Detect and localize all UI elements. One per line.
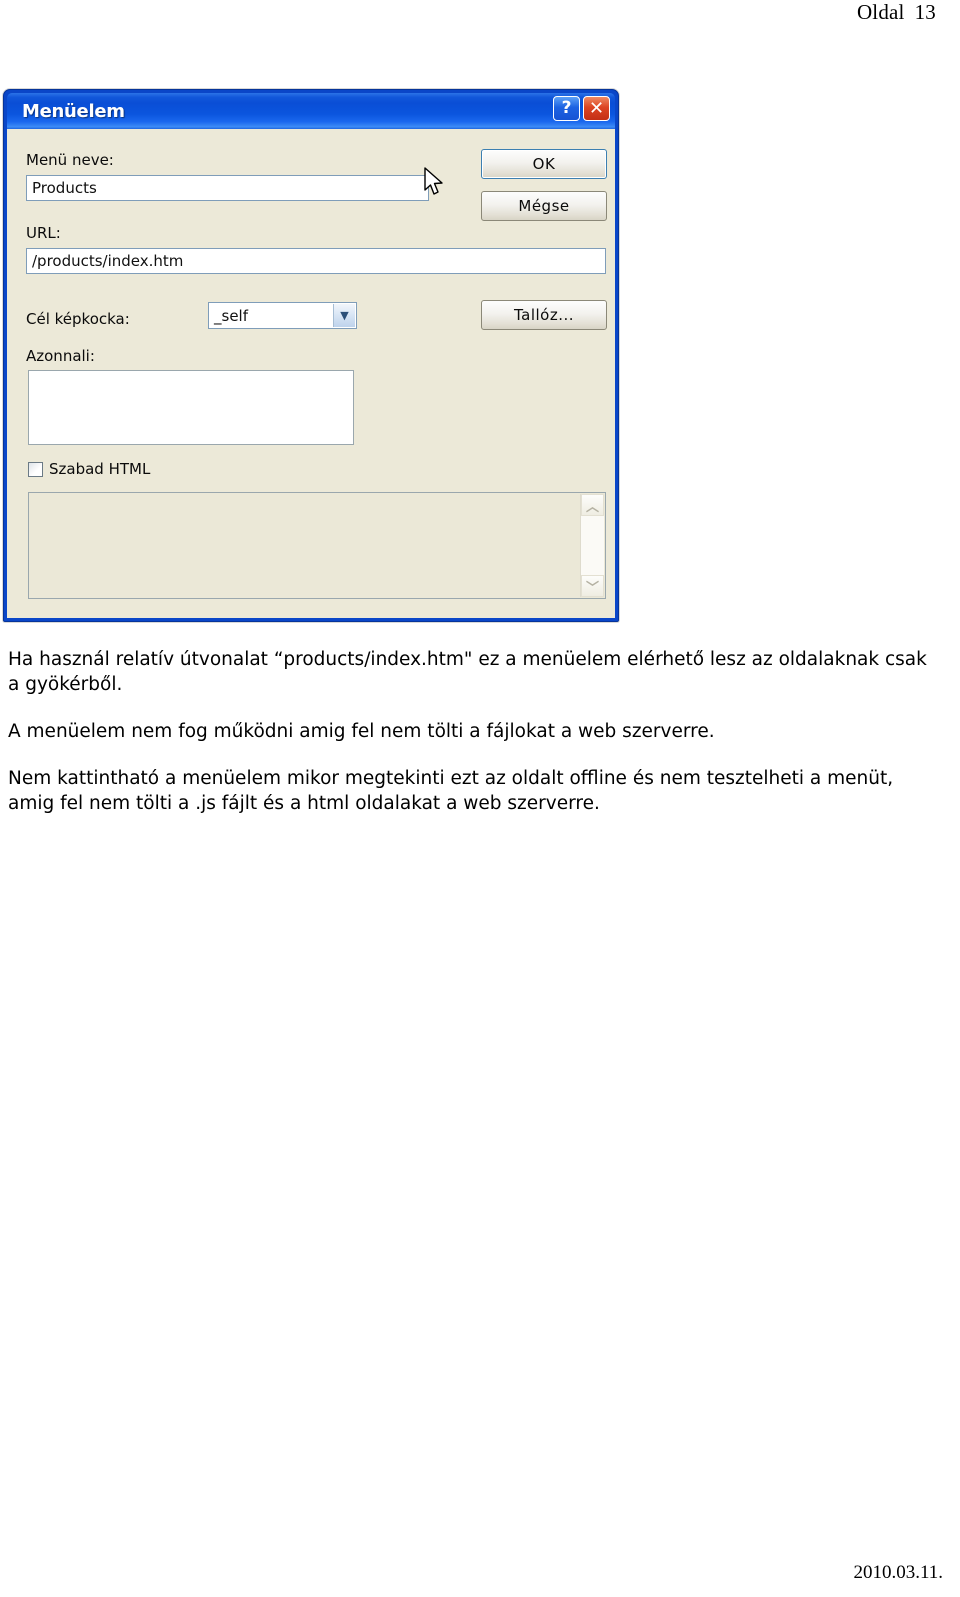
url-input[interactable]: /products/index.htm xyxy=(26,248,606,274)
immediate-label: Azonnali: xyxy=(26,347,95,365)
html-source-area[interactable]: ︿ ﹀ xyxy=(28,492,606,599)
menu-item-dialog: Menüelem ? ✕ Menü neve: Products URL: /p… xyxy=(3,89,619,622)
target-frame-label: Cél képkocka: xyxy=(26,310,130,328)
dialog-titlebar[interactable]: Menüelem ? ✕ xyxy=(7,93,615,129)
scroll-down-icon[interactable]: ﹀ xyxy=(581,575,604,597)
scroll-up-icon[interactable]: ︿ xyxy=(581,494,604,516)
paragraph-3: Nem kattintható a menüelem mikor megteki… xyxy=(8,767,894,814)
menu-name-input[interactable]: Products xyxy=(26,175,429,201)
page-number: 13 xyxy=(914,0,936,24)
free-html-label: Szabad HTML xyxy=(49,460,151,478)
chevron-down-icon[interactable]: ▼ xyxy=(333,304,355,327)
free-html-checkbox-row[interactable]: Szabad HTML xyxy=(28,460,150,478)
dialog-title: Menüelem xyxy=(22,100,125,122)
close-icon[interactable]: ✕ xyxy=(583,96,610,121)
body-text: Ha használ relatív útvonalat “products/i… xyxy=(8,648,938,839)
scrollbar-track[interactable] xyxy=(581,516,604,575)
page-header: Oldal 13 xyxy=(0,0,960,34)
immediate-textarea[interactable] xyxy=(28,370,354,445)
browse-button[interactable]: Tallóz... xyxy=(481,300,607,330)
checkbox-icon[interactable] xyxy=(28,461,43,477)
page-footer: 2010.03.11. xyxy=(853,1562,943,1583)
ok-button[interactable]: OK xyxy=(481,149,607,179)
help-icon[interactable]: ? xyxy=(553,96,580,121)
url-label: URL: xyxy=(26,224,61,242)
target-frame-value: _self xyxy=(214,306,248,325)
target-frame-select[interactable]: _self ▼ xyxy=(208,302,357,329)
paragraph-2: A menüelem nem fog működni amig fel nem … xyxy=(8,720,715,742)
titlebar-button-group: ? ✕ xyxy=(553,96,610,121)
dialog-body: Menü neve: Products URL: /products/index… xyxy=(7,129,615,618)
paragraph-1: Ha használ relatív útvonalat “products/i… xyxy=(8,649,927,695)
html-source-scrollbar[interactable]: ︿ ﹀ xyxy=(580,494,604,597)
page-header-label: Oldal xyxy=(856,0,905,24)
cancel-button[interactable]: Mégse xyxy=(481,191,607,221)
menu-name-label: Menü neve: xyxy=(26,151,114,169)
